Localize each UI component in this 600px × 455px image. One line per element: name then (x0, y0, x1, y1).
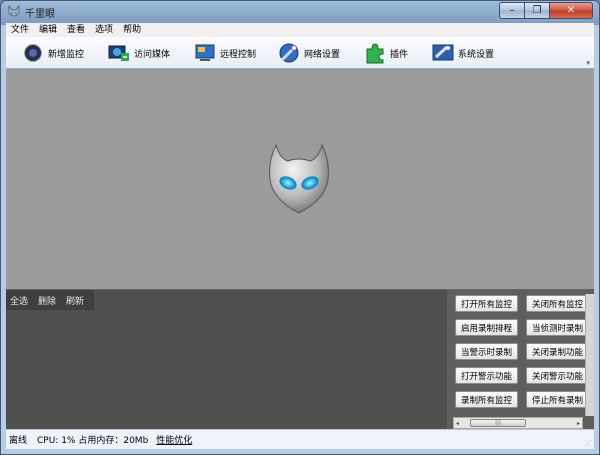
window-title: 千里眼 (25, 9, 55, 20)
menu-options[interactable]: 选项 (90, 23, 118, 37)
performance-optimize-link[interactable]: 性能优化 (156, 433, 192, 446)
alien-logo-icon (269, 143, 329, 214)
title-bar[interactable]: 千里眼 – ❐ ✕ (1, 1, 599, 23)
resize-grip-icon[interactable]: ⋰ (585, 440, 592, 447)
add-monitor-button[interactable]: 新增监控 (22, 41, 84, 65)
plugin-label: 插件 (390, 49, 409, 60)
system-settings-label: 系统设置 (458, 49, 495, 60)
network-settings-label: 网络设置 (304, 49, 341, 60)
horizontal-scrollbar[interactable]: ◂ ||| ▸ (453, 417, 583, 429)
access-media-button[interactable]: 访问媒体 (108, 41, 170, 65)
menu-bar: 文件 编辑 查看 选项 帮助 (6, 23, 594, 37)
disable-alert-button[interactable]: 关闭警示功能 (526, 367, 589, 384)
restore-icon: ❐ (532, 5, 542, 16)
system-settings-icon (432, 42, 454, 64)
vertical-scrollbar[interactable] (585, 294, 594, 416)
record-on-alert-button[interactable]: 当警示时录制 (455, 343, 518, 360)
add-monitor-icon (22, 42, 44, 64)
scroll-right-icon[interactable]: ▸ (577, 420, 580, 427)
system-settings-button[interactable]: 系统设置 (432, 41, 494, 65)
app-window: 千里眼 – ❐ ✕ 文件 编辑 查看 选项 帮助 新增监控 访问媒体 远程控制 … (0, 0, 600, 455)
command-panel: 打开所有监控 关闭所有监控 启用录制排程 当侦测时录制 当警示时录制 关闭录制功… (447, 290, 594, 430)
access-media-label: 访问媒体 (134, 49, 171, 60)
remote-control-icon (194, 42, 216, 64)
media-icon (108, 42, 130, 64)
select-all-button[interactable]: 全选 (10, 294, 28, 307)
status-bar: 离线 CPU: 1% 占用内存：20Mb 性能优化 ⋰ (6, 429, 594, 449)
remote-control-button[interactable]: 远程控制 (194, 41, 256, 65)
add-monitor-label: 新增监控 (48, 49, 85, 60)
enable-record-schedule-button[interactable]: 启用录制排程 (455, 319, 518, 336)
toolbar-overflow-icon[interactable]: ▾ (586, 59, 590, 67)
network-settings-button[interactable]: 网络设置 (278, 41, 340, 65)
cpu-memory-status: CPU: 1% 占用内存：20Mb (37, 436, 149, 446)
delete-button[interactable]: 删除 (38, 294, 56, 307)
connection-status: 离线 (9, 436, 28, 446)
close-all-monitors-button[interactable]: 关闭所有监控 (526, 295, 589, 312)
close-button[interactable]: ✕ (550, 2, 593, 19)
minimize-button[interactable]: – (499, 2, 525, 19)
plugin-icon (364, 42, 386, 64)
monitor-preview-area[interactable] (6, 69, 594, 289)
app-logo-icon (8, 5, 20, 17)
scroll-thumb[interactable]: ||| (470, 419, 526, 427)
log-toolbar: 全选 删除 刷新 (6, 290, 94, 310)
menu-file[interactable]: 文件 (6, 23, 34, 37)
record-all-monitors-button[interactable]: 录制所有监控 (455, 391, 518, 408)
scroll-left-icon[interactable]: ◂ (456, 420, 459, 427)
menu-help[interactable]: 帮助 (118, 23, 146, 37)
network-settings-icon (278, 42, 300, 64)
menu-edit[interactable]: 编辑 (34, 23, 62, 37)
enable-alert-button[interactable]: 打开警示功能 (455, 367, 518, 384)
disable-recording-button[interactable]: 关闭录制功能 (526, 343, 589, 360)
refresh-button[interactable]: 刷新 (66, 294, 84, 307)
menu-view[interactable]: 查看 (62, 23, 90, 37)
remote-control-label: 远程控制 (220, 49, 257, 60)
plugin-button[interactable]: 插件 (364, 41, 408, 65)
restore-button[interactable]: ❐ (525, 2, 550, 19)
stop-all-recording-button[interactable]: 停止所有录制 (526, 391, 589, 408)
open-all-monitors-button[interactable]: 打开所有监控 (455, 295, 518, 312)
record-on-detect-button[interactable]: 当侦测时录制 (526, 319, 589, 336)
bottom-panel: 全选 删除 刷新 打开所有监控 关闭所有监控 启用录制排程 当侦测时录制 当警示… (6, 289, 594, 430)
toolbar: 新增监控 访问媒体 远程控制 网络设置 插件 系统设置 ▾ (6, 37, 594, 69)
minimize-icon: – (509, 5, 515, 16)
close-icon: ✕ (566, 5, 576, 16)
